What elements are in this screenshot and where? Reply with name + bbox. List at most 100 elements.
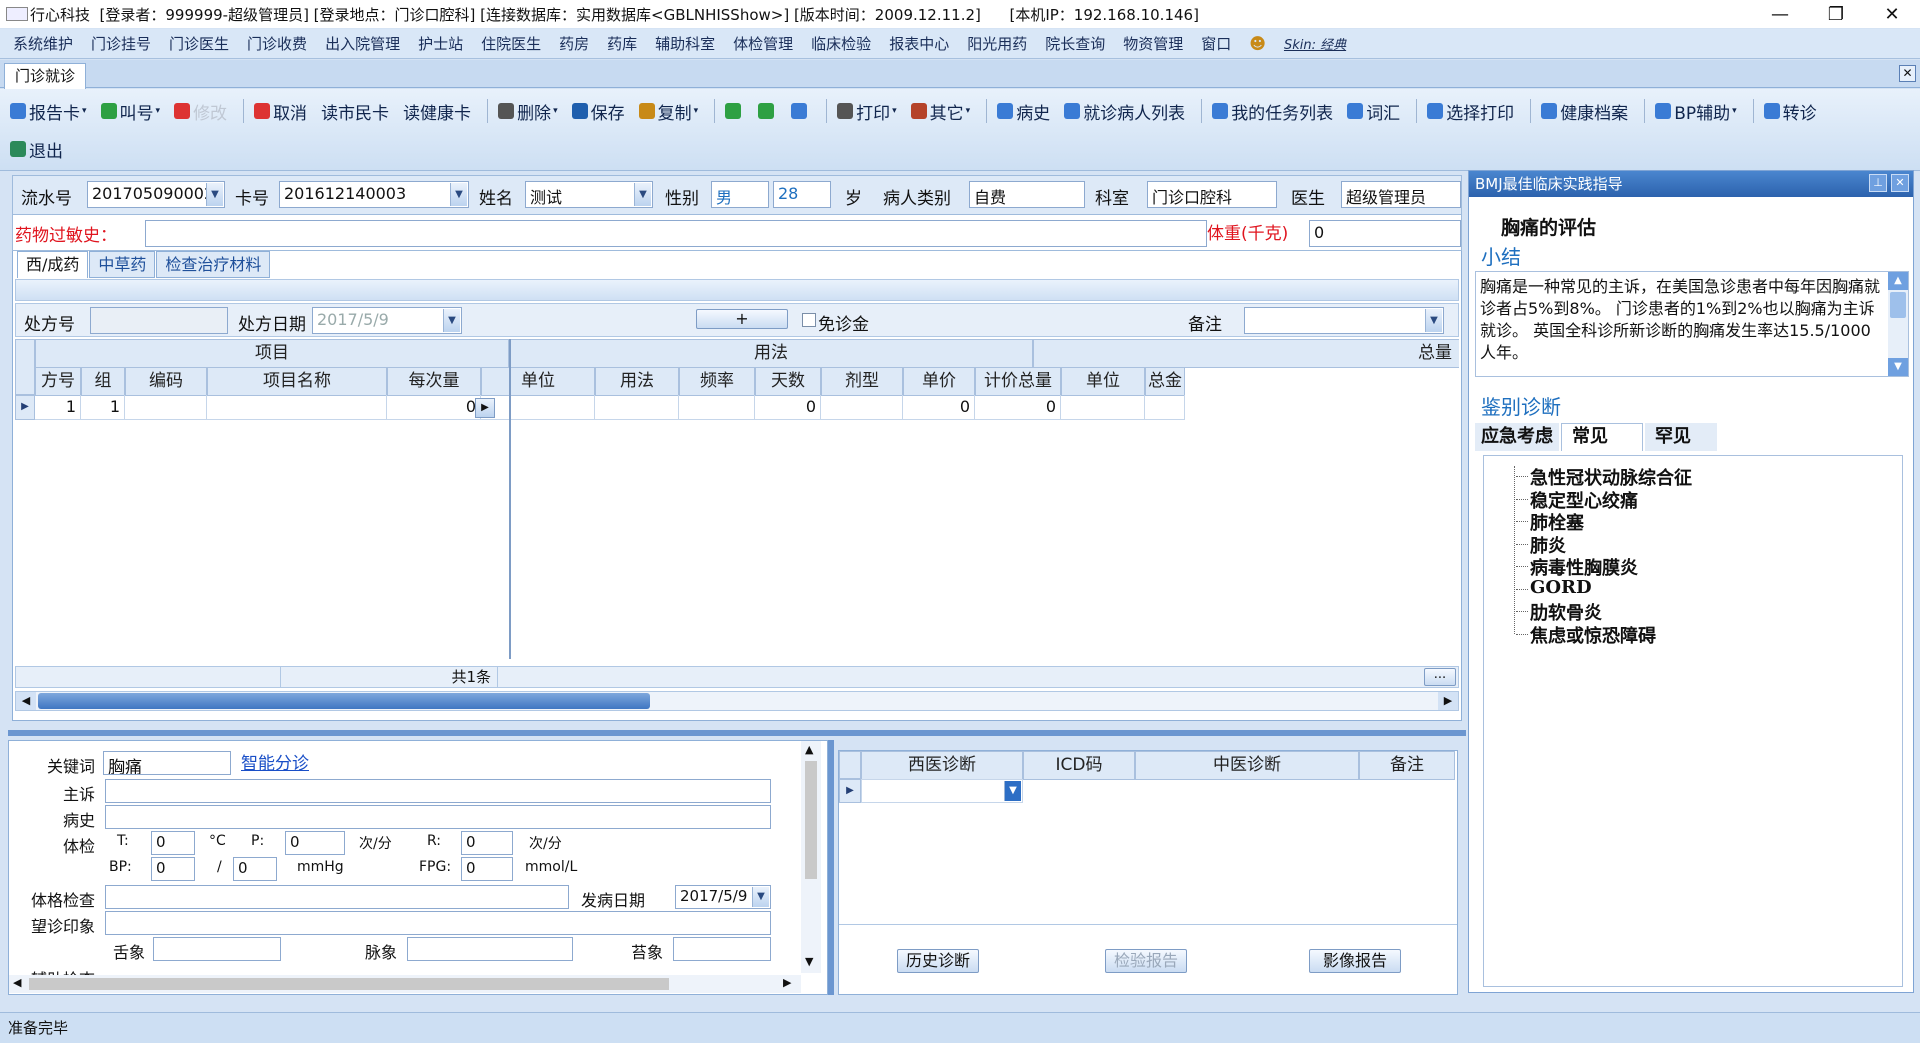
serial-field[interactable]: 201705090002 ▼ <box>87 181 225 208</box>
menu-item[interactable]: 药库 <box>607 33 637 54</box>
tab-common[interactable]: 常见 <box>1561 423 1643 451</box>
panel-splitter[interactable] <box>828 740 834 995</box>
t-field[interactable]: 0 <box>151 831 195 855</box>
history-field[interactable] <box>105 805 771 829</box>
scroll-left-icon[interactable]: ◀ <box>16 692 36 710</box>
bp-systolic-field[interactable]: 0 <box>151 857 195 881</box>
horizontal-scrollbar[interactable]: ◀ ▶ <box>9 975 801 993</box>
grid-cell[interactable] <box>481 395 595 420</box>
grid-cell[interactable]: 1 <box>35 395 81 420</box>
restore-button[interactable]: ❐ <box>1808 0 1864 28</box>
tab-exam-materials[interactable]: 检查治疗材料 <box>156 251 271 278</box>
tab-emergency[interactable]: 应急考虑 <box>1475 423 1559 451</box>
menu-item[interactable]: 阳光用药 <box>967 33 1027 54</box>
chevron-down-icon[interactable]: ▼ <box>443 309 460 332</box>
grid-cell[interactable] <box>679 395 755 420</box>
scroll-thumb[interactable] <box>29 978 669 990</box>
imaging-report-button[interactable]: 影像报告 <box>1309 949 1401 973</box>
grid-cell[interactable]: 0 <box>755 395 821 420</box>
rx-note-field[interactable]: ▼ <box>1244 307 1444 334</box>
keyword-field[interactable]: 胸痛 <box>103 751 231 775</box>
scroll-right-icon[interactable]: ▶ <box>783 976 791 989</box>
dept-field[interactable]: 门诊口腔科 <box>1147 181 1277 208</box>
copy-button[interactable]: 复制 ▾ <box>635 96 703 126</box>
grid-cell[interactable] <box>1145 395 1185 420</box>
lab-report-button[interactable]: 检验报告 <box>1105 949 1187 973</box>
add-button[interactable]: 叫号 ▾ <box>97 96 165 126</box>
health-record-button[interactable]: 健康档案 <box>1537 96 1632 126</box>
p-field[interactable]: 0 <box>285 831 345 855</box>
row-indicator[interactable]: ▶ <box>15 395 35 420</box>
skin-label[interactable]: Skin: 经典 <box>1284 34 1346 53</box>
scroll-thumb[interactable] <box>1890 292 1906 318</box>
tab-herbal[interactable]: 中草药 <box>89 251 156 278</box>
edit-button[interactable]: 修改 <box>170 96 231 126</box>
menu-item[interactable]: 系统维护 <box>13 33 73 54</box>
card-field[interactable]: 201612140003 ▼ <box>279 181 469 208</box>
menu-item[interactable]: 门诊医生 <box>169 33 229 54</box>
menu-item[interactable]: 护士站 <box>418 33 463 54</box>
menu-item[interactable]: 院长查询 <box>1045 33 1105 54</box>
scroll-left-icon[interactable]: ◀ <box>13 976 21 989</box>
toolbar-button[interactable]: 读市民卡 <box>317 96 393 126</box>
vocab-button[interactable]: 词汇 <box>1343 96 1404 126</box>
differential-item[interactable]: GORD <box>1530 577 1592 598</box>
grid-cell[interactable]: 1 <box>81 395 125 420</box>
physical-exam-field[interactable] <box>105 885 569 909</box>
menu-item[interactable]: 药房 <box>559 33 589 54</box>
allergy-field[interactable] <box>145 220 1207 247</box>
skin-icon[interactable]: ☻ <box>1249 34 1266 53</box>
sex-field[interactable]: 男 <box>711 181 769 208</box>
menu-item[interactable]: 住院医生 <box>481 33 541 54</box>
onset-date-field[interactable]: 2017/5/9 ▼ <box>675 885 771 909</box>
close-panel-icon[interactable]: ✕ <box>1891 174 1909 192</box>
patient-type-field[interactable]: 自费 <box>969 181 1085 208</box>
rx-date-field[interactable]: 2017/5/9 ▼ <box>312 307 462 334</box>
toolbar-button[interactable]: 读健康卡 <box>399 96 475 126</box>
arrow-left-button[interactable] <box>721 96 748 126</box>
menu-item[interactable]: 门诊收费 <box>247 33 307 54</box>
inspection-field[interactable] <box>105 911 771 935</box>
scroll-up-icon[interactable]: ▲ <box>805 743 813 756</box>
trash-button[interactable]: 删除 ▾ <box>494 96 562 126</box>
free-fee-checkbox[interactable] <box>802 313 816 327</box>
scroll-up-icon[interactable]: ▲ <box>1888 272 1908 290</box>
chevron-down-icon[interactable]: ▼ <box>1425 309 1442 332</box>
diagnosis-cell[interactable]: ▼ <box>861 779 1023 803</box>
close-doc-icon[interactable]: ✕ <box>1899 65 1916 82</box>
splitter[interactable] <box>8 730 1466 736</box>
tab-rare[interactable]: 罕见 <box>1645 423 1717 451</box>
grid-cell[interactable] <box>595 395 679 420</box>
minimize-button[interactable]: — <box>1752 0 1808 28</box>
menu-item[interactable]: 窗口 <box>1201 33 1231 54</box>
horizontal-scrollbar[interactable]: ◀ ▶ <box>15 691 1459 711</box>
rx-no-field[interactable] <box>90 307 228 334</box>
tab-clinic[interactable]: 门诊就诊 <box>4 63 87 89</box>
grid-more-button[interactable]: ... <box>1424 668 1456 686</box>
add-rx-button[interactable]: + <box>696 309 788 329</box>
grid-cell[interactable] <box>125 395 207 420</box>
other-button[interactable]: 其它 ▾ <box>907 96 975 126</box>
grid-cell[interactable] <box>1061 395 1145 420</box>
cancel-button[interactable]: 取消 <box>250 96 311 126</box>
bp-diastolic-field[interactable]: 0 <box>233 857 277 881</box>
tongue-field[interactable] <box>153 937 281 961</box>
select-print-button[interactable]: 选择打印 <box>1423 96 1518 126</box>
vertical-scrollbar[interactable]: ▲ ▼ <box>801 741 821 973</box>
age-field[interactable]: 28 <box>773 181 831 208</box>
close-button[interactable]: ✕ <box>1864 0 1920 28</box>
menu-item[interactable]: 临床检验 <box>811 33 871 54</box>
history-diagnosis-button[interactable]: 历史诊断 <box>897 949 979 973</box>
name-field[interactable]: 测试 ▼ <box>525 181 653 208</box>
weight-field[interactable]: 0 <box>1309 220 1461 247</box>
differential-item[interactable]: 焦虑或惊恐障碍 <box>1530 622 1656 648</box>
transfer-button[interactable]: 转诊 <box>1760 96 1821 126</box>
grid-cell[interactable]: 0 <box>387 395 481 420</box>
menu-item[interactable]: 辅助科室 <box>655 33 715 54</box>
scroll-down-icon[interactable]: ▼ <box>1888 358 1908 376</box>
menu-item[interactable]: 报表中心 <box>889 33 949 54</box>
menu-item[interactable]: 物资管理 <box>1123 33 1183 54</box>
complaint-field[interactable] <box>105 779 771 803</box>
menu-item[interactable]: 体检管理 <box>733 33 793 54</box>
doctor-field[interactable]: 超级管理员 <box>1341 181 1461 208</box>
